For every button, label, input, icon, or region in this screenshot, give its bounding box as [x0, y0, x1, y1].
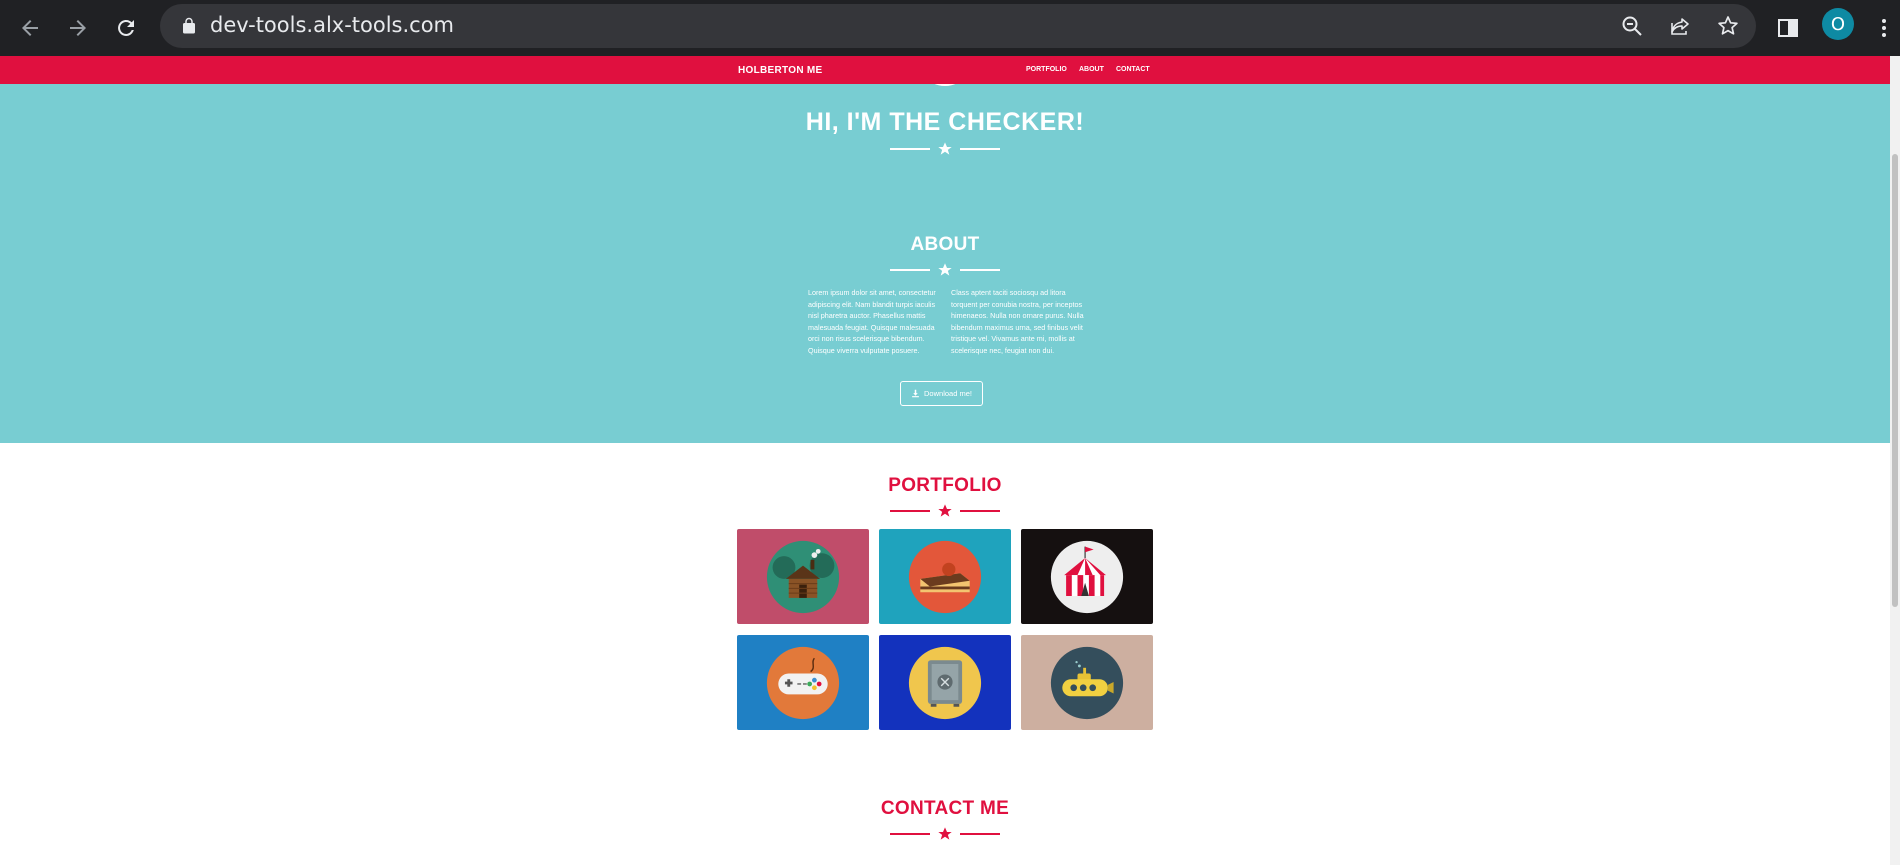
share-icon[interactable]: [1668, 14, 1692, 38]
portfolio-item-circus[interactable]: [1021, 529, 1153, 624]
profile-avatar[interactable]: O: [1822, 8, 1854, 40]
lock-icon[interactable]: [180, 17, 198, 35]
nav-link-about[interactable]: ABOUT: [1079, 66, 1104, 73]
reload-icon: [118, 19, 134, 36]
nav-link-contact[interactable]: CONTACT: [1116, 66, 1150, 73]
nav-link-portfolio[interactable]: PORTFOLIO: [1026, 66, 1067, 73]
download-button[interactable]: Download me!: [900, 381, 983, 406]
forward-button[interactable]: [62, 12, 94, 44]
page-viewport: HI, I'M THE CHECKER! ABOUT Lorem ipsum d…: [0, 56, 1890, 865]
game-controller-icon: [766, 646, 840, 719]
hero-star-divider: [890, 139, 1000, 159]
about-star-divider: [890, 260, 1000, 280]
brand-link[interactable]: HOLBERTON ME: [738, 65, 823, 76]
side-panel-button[interactable]: [1772, 12, 1804, 44]
portfolio-item-controller[interactable]: [737, 635, 869, 730]
url-text[interactable]: dev-tools.alx-tools.com: [210, 13, 454, 37]
contact-star-divider: [890, 824, 1000, 844]
safe-icon: [908, 646, 982, 719]
cake-icon: [908, 540, 982, 613]
scrollbar-thumb[interactable]: [1892, 154, 1898, 607]
masthead-about-section: HI, I'M THE CHECKER! ABOUT Lorem ipsum d…: [0, 56, 1890, 443]
reload-button[interactable]: [110, 12, 142, 44]
forward-arrow-icon: [70, 20, 86, 36]
kebab-menu-icon: [1882, 19, 1886, 37]
submarine-icon: [1050, 646, 1124, 719]
page-scrollbar[interactable]: [1890, 56, 1900, 865]
download-icon: [912, 389, 919, 398]
back-button[interactable]: [14, 12, 46, 44]
portfolio-item-submarine[interactable]: [1021, 635, 1153, 730]
portfolio-item-safe[interactable]: [879, 635, 1011, 730]
about-text-left: Lorem ipsum dolor sit amet, consectetur …: [808, 288, 936, 355]
star-icon: [938, 504, 952, 517]
about-text-right: Class aptent taciti sociosqu ad litora t…: [951, 288, 1084, 355]
cabin-icon: [766, 540, 840, 613]
site-navbar: HOLBERTON ME PORTFOLIO ABOUT CONTACT: [0, 56, 1890, 84]
side-panel-icon: [1778, 19, 1798, 37]
download-button-label: Download me!: [924, 389, 972, 398]
star-icon: [938, 263, 952, 276]
bookmark-star-icon[interactable]: [1716, 14, 1740, 38]
star-icon: [938, 142, 952, 155]
portfolio-star-divider: [890, 501, 1000, 521]
zoom-icon[interactable]: [1620, 14, 1644, 38]
portfolio-item-cake[interactable]: [879, 529, 1011, 624]
back-arrow-icon: [22, 20, 38, 36]
browser-toolbar: dev-tools.alx-tools.com O: [0, 0, 1900, 56]
star-icon: [938, 827, 952, 840]
about-title: ABOUT: [910, 234, 980, 255]
portfolio-title: PORTFOLIO: [888, 475, 1002, 496]
circus-tent-icon: [1050, 540, 1124, 613]
address-bar[interactable]: dev-tools.alx-tools.com: [160, 4, 1756, 48]
portfolio-item-cabin[interactable]: [737, 529, 869, 624]
menu-button[interactable]: [1868, 12, 1900, 44]
hero-title: HI, I'M THE CHECKER!: [805, 108, 1085, 136]
contact-title: CONTACT ME: [880, 798, 1010, 819]
